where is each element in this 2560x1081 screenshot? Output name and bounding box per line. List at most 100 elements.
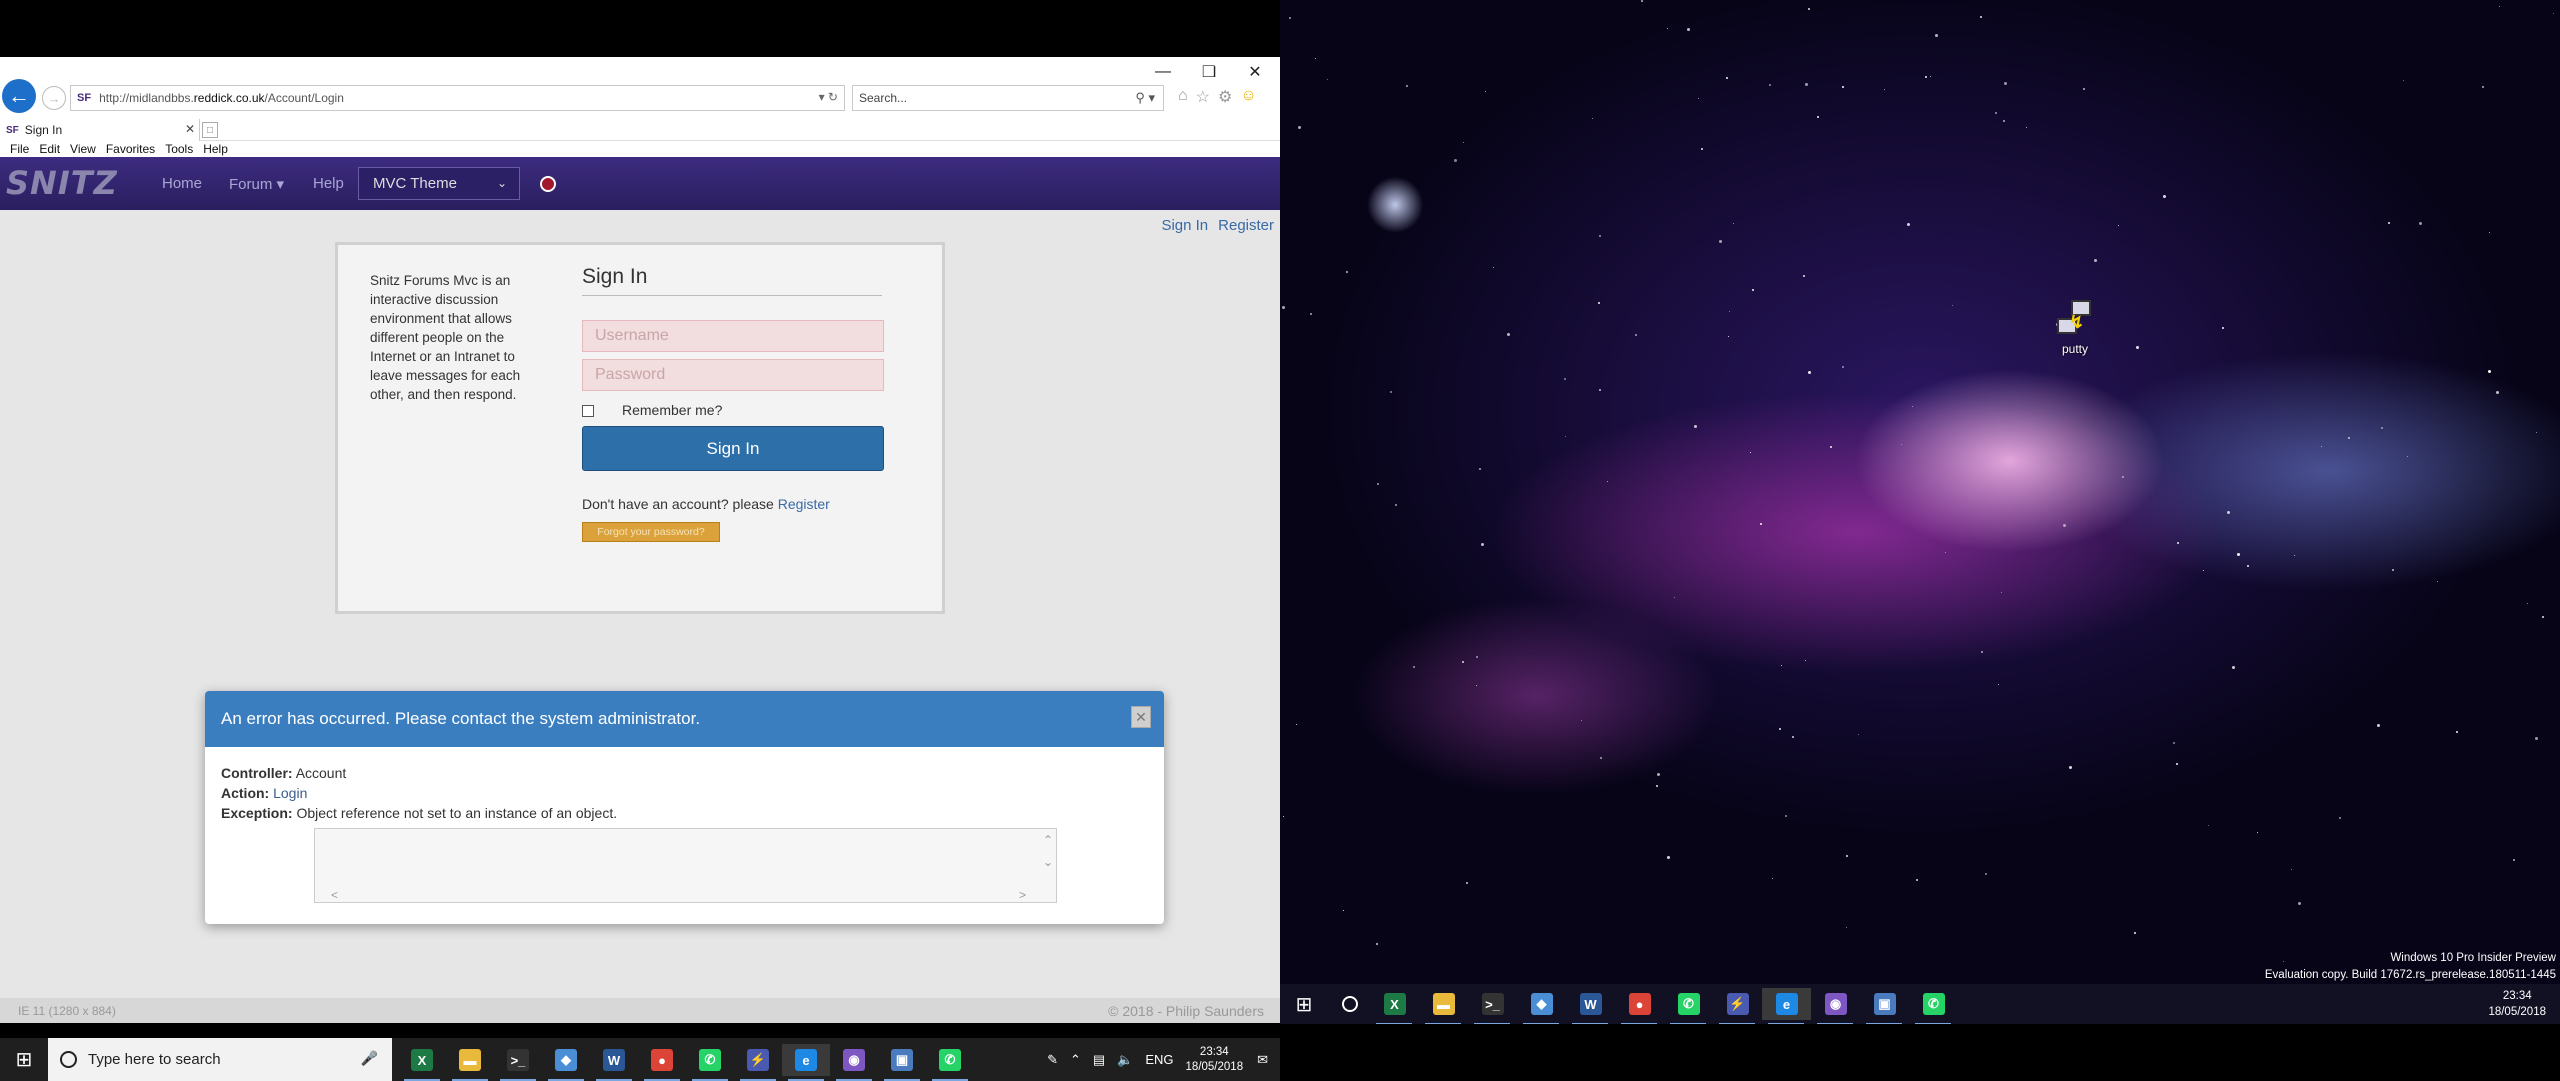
search-input[interactable]: Search... ⚲ ▾ bbox=[852, 85, 1164, 111]
right-monitor-desktop: ↯ putty Windows 10 Pro Insider Preview E… bbox=[1280, 0, 2560, 1024]
taskbar-app-excel[interactable]: X bbox=[398, 1044, 446, 1081]
scroll-up-icon[interactable]: ⌃ bbox=[1043, 833, 1053, 847]
feedback-smiley-icon[interactable]: ☺ bbox=[1240, 87, 1256, 107]
nav-help[interactable]: Help bbox=[313, 175, 344, 192]
taskbar-app-remote-desktop[interactable]: ▣ bbox=[1860, 988, 1909, 1025]
register-link-top[interactable]: Register bbox=[1218, 217, 1274, 234]
menu-favorites[interactable]: Favorites bbox=[106, 142, 155, 156]
taskbar-app-terminal[interactable]: >_ bbox=[494, 1044, 542, 1081]
taskbar-app-file-explorer[interactable]: ▬ bbox=[1419, 988, 1468, 1025]
nav-forum[interactable]: Forum ▾ bbox=[229, 175, 284, 193]
taskbar-app-chrome[interactable]: ● bbox=[638, 1044, 686, 1081]
menu-file[interactable]: File bbox=[10, 142, 29, 156]
taskbar-app-whatsapp[interactable]: ✆ bbox=[1664, 988, 1713, 1025]
language-indicator[interactable]: ENG bbox=[1145, 1052, 1173, 1067]
taskbar-app-whatsapp[interactable]: ✆ bbox=[686, 1044, 734, 1081]
taskbar-app-word[interactable]: W bbox=[590, 1044, 638, 1081]
home-icon[interactable]: ⌂ bbox=[1178, 87, 1188, 107]
no-account-text: Don't have an account? please bbox=[582, 496, 778, 512]
microphone-icon[interactable]: 🎤 bbox=[361, 1050, 378, 1067]
menu-view[interactable]: View bbox=[70, 142, 96, 156]
windows-start-icon[interactable]: ⊞ bbox=[1280, 984, 1328, 1024]
taskbar-app-terminal[interactable]: >_ bbox=[1468, 988, 1517, 1025]
close-icon[interactable]: ✕ bbox=[1131, 706, 1151, 728]
internet-explorer-icon: e bbox=[1775, 993, 1798, 1015]
watermark-line2: Evaluation copy. Build 17672.rs_prerelea… bbox=[2264, 969, 2556, 981]
cortana-icon bbox=[60, 1051, 77, 1068]
taskbar-app-internet-explorer[interactable]: e bbox=[1762, 988, 1811, 1025]
taskbar-search-placeholder: Type here to search bbox=[88, 1051, 221, 1068]
clock[interactable]: 23:34 18/05/2018 bbox=[1186, 1045, 1244, 1075]
taskbar-app-internet-explorer[interactable]: e bbox=[782, 1044, 830, 1081]
tab-sign-in[interactable]: SF Sign In ✕ bbox=[0, 119, 200, 141]
gear-icon[interactable]: ⚙ bbox=[1218, 87, 1232, 107]
notifications-icon[interactable]: ✉ bbox=[1257, 1052, 1268, 1068]
search-icon[interactable]: ⚲ ▾ bbox=[1135, 90, 1155, 106]
menu-tools[interactable]: Tools bbox=[165, 142, 193, 156]
taskbar-app-putty[interactable]: ⚡ bbox=[1713, 988, 1762, 1025]
taskbar-app-file-explorer[interactable]: ▬ bbox=[446, 1044, 494, 1081]
username-placeholder: Username bbox=[595, 327, 669, 344]
signin-button[interactable]: Sign In bbox=[582, 426, 884, 471]
username-field[interactable]: Username bbox=[582, 320, 884, 352]
left-monitor: — ❏ ✕ ← → SF http://midlandbbs. reddick.c… bbox=[0, 0, 1280, 1081]
star bbox=[1454, 159, 1457, 162]
forward-button[interactable]: → bbox=[42, 86, 66, 110]
taskbar-app-word[interactable]: W bbox=[1566, 988, 1615, 1025]
star bbox=[2403, 80, 2404, 81]
cortana-icon[interactable] bbox=[1342, 996, 1358, 1012]
pen-icon[interactable]: ✎ bbox=[1047, 1052, 1058, 1068]
scroll-right-icon[interactable]: > bbox=[1019, 888, 1026, 902]
menu-edit[interactable]: Edit bbox=[39, 142, 60, 156]
taskbar-app-remote-app[interactable]: ◆ bbox=[1517, 988, 1566, 1025]
chevron-up-icon[interactable]: ⌃ bbox=[1070, 1052, 1081, 1068]
favorites-star-icon[interactable]: ☆ bbox=[1196, 87, 1210, 107]
excel-icon: X bbox=[1383, 993, 1406, 1015]
desktop-icon-putty[interactable]: ↯ putty bbox=[2040, 300, 2110, 356]
language-flag-icon[interactable] bbox=[540, 176, 556, 192]
taskbar-search-input[interactable]: Type here to search 🎤 bbox=[48, 1038, 392, 1081]
putty-icon: ↯ bbox=[2055, 300, 2095, 340]
taskbar-app-remote-app[interactable]: ◆ bbox=[542, 1044, 590, 1081]
taskbar-app-tor-browser[interactable]: ◉ bbox=[1811, 988, 1860, 1025]
windows-start-icon[interactable]: ⊞ bbox=[0, 1038, 48, 1081]
taskbar-app-putty[interactable]: ⚡ bbox=[734, 1044, 782, 1081]
screen-border bbox=[1280, 1024, 2560, 1081]
refresh-icon[interactable]: ▾ ↻ bbox=[819, 90, 838, 104]
address-row: ← → SF http://midlandbbs. reddick.co.uk/A… bbox=[0, 77, 1280, 119]
star bbox=[1760, 523, 1762, 525]
star bbox=[1694, 425, 1697, 428]
remember-me-checkbox[interactable] bbox=[582, 405, 594, 417]
forgot-password-button[interactable]: Forgot your password? bbox=[582, 522, 720, 542]
taskbar-app-remote-desktop[interactable]: ▣ bbox=[878, 1044, 926, 1081]
address-bar[interactable]: SF http://midlandbbs. reddick.co.uk/Accou… bbox=[70, 85, 845, 111]
error-controller: Controller: Account bbox=[221, 765, 346, 781]
taskbar-app-whatsapp[interactable]: ✆ bbox=[926, 1044, 974, 1081]
copyright: © 2018 - Philip Saunders bbox=[1108, 1003, 1264, 1019]
tab-close-icon[interactable]: ✕ bbox=[185, 122, 195, 136]
scroll-left-icon[interactable]: < bbox=[331, 888, 338, 902]
taskbar-app-excel[interactable]: X bbox=[1370, 988, 1419, 1025]
star bbox=[2456, 731, 2458, 733]
site-logo[interactable]: SNITZ bbox=[6, 164, 118, 202]
register-link[interactable]: Register bbox=[778, 496, 830, 512]
taskbar-app-whatsapp[interactable]: ✆ bbox=[1909, 988, 1958, 1025]
clock-secondary[interactable]: 23:34 18/05/2018 bbox=[2488, 988, 2546, 1020]
back-button[interactable]: ← bbox=[2, 79, 36, 113]
menu-help[interactable]: Help bbox=[203, 142, 228, 156]
volume-icon[interactable]: 🔈 bbox=[1117, 1052, 1133, 1068]
stack-trace-textarea[interactable]: ⌃ ⌄ < > bbox=[314, 828, 1057, 903]
taskbar-app-chrome[interactable]: ● bbox=[1615, 988, 1664, 1025]
password-field[interactable]: Password bbox=[582, 359, 884, 391]
theme-select[interactable]: MVC Theme ⌄ bbox=[358, 167, 520, 200]
scroll-down-icon[interactable]: ⌄ bbox=[1043, 855, 1053, 869]
star bbox=[2553, 13, 2554, 14]
network-icon[interactable]: ▤ bbox=[1093, 1052, 1105, 1068]
nav-home[interactable]: Home bbox=[162, 175, 202, 192]
star bbox=[2291, 869, 2292, 870]
signin-link[interactable]: Sign In bbox=[1161, 217, 1208, 234]
new-tab-button[interactable]: □ bbox=[202, 122, 218, 138]
taskbar-app-tor-browser[interactable]: ◉ bbox=[830, 1044, 878, 1081]
star bbox=[2063, 524, 2066, 527]
star bbox=[1781, 665, 1782, 666]
